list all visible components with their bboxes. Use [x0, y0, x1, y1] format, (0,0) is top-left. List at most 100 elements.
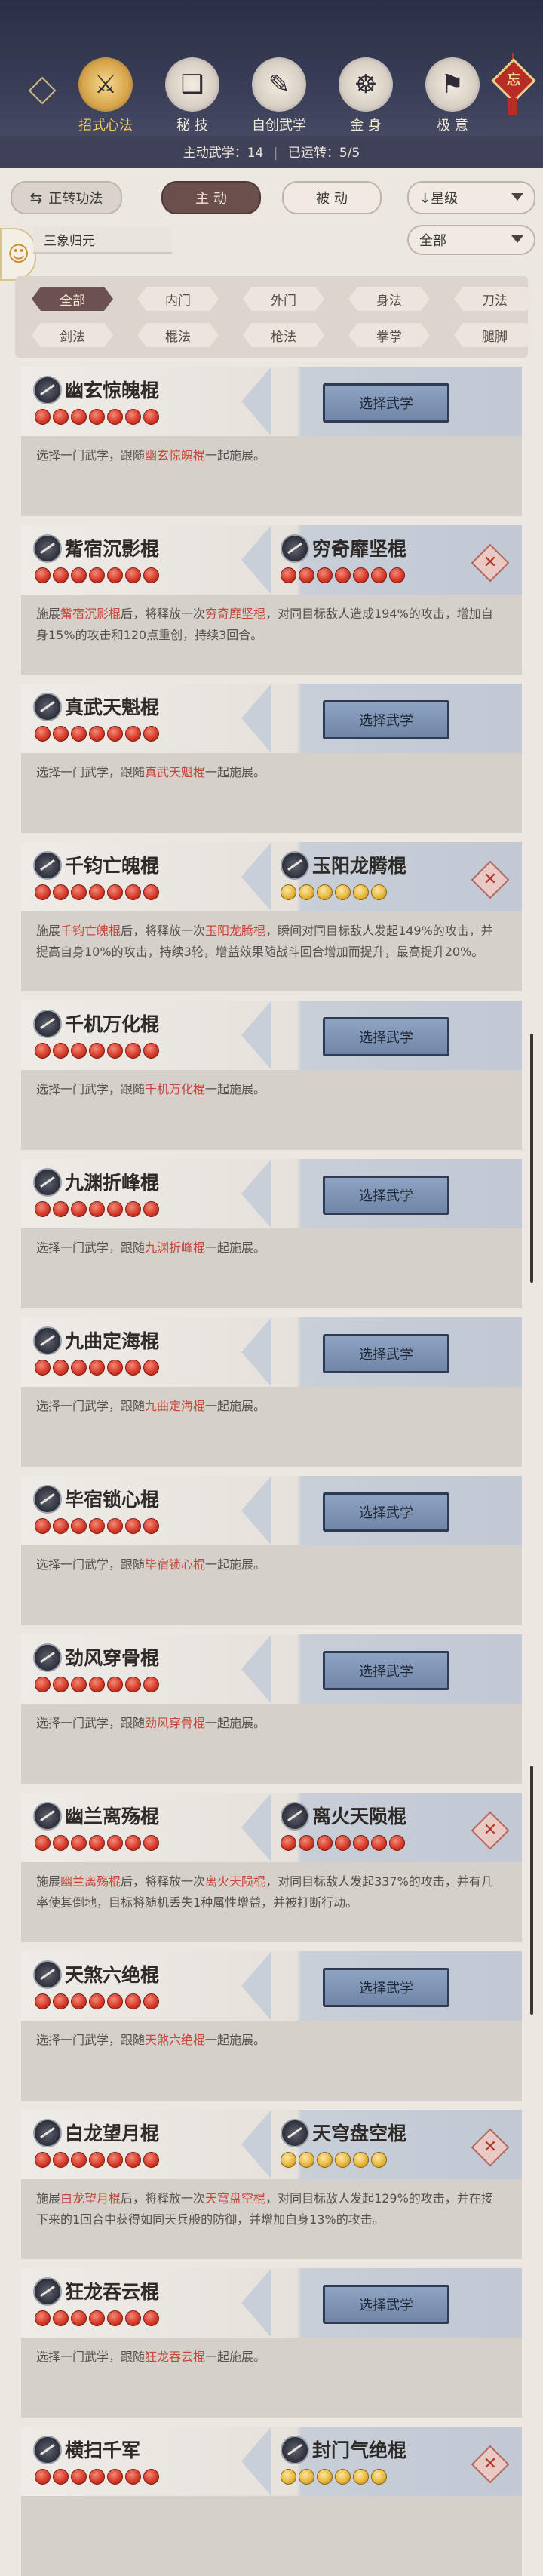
skill-card[interactable]: 千钧亡魄棍 玉阳龙腾棍 ✕ 施展千钧亡魄棍后，将释放一次玉阳龙腾棍，瞬间对同目标敌人发…	[21, 842, 522, 991]
skill-description: 选择一门武学，跟随劲风穿骨棍一起施展。	[36, 1713, 504, 1734]
select-martial-button[interactable]: 选择武学	[323, 1176, 449, 1215]
star-icon	[125, 1677, 141, 1692]
skill-card[interactable]: 九曲定海棍 选择武学 选择一门武学，跟随九曲定海棍一起施展。	[21, 1317, 522, 1467]
star-icon	[71, 567, 87, 583]
skill-card[interactable]: 毕宿锁心棍 选择武学 选择一门武学，跟随毕宿锁心棍一起施展。	[21, 1476, 522, 1625]
description-text: 选择一门武学，跟随	[36, 1399, 146, 1413]
scrollbar[interactable]	[530, 1034, 533, 1283]
star-icon	[107, 409, 123, 425]
star-icon	[107, 2152, 123, 2168]
skill-card-header: 幽玄惊魄棍 选择武学	[21, 367, 522, 436]
skill-card[interactable]: 幽玄惊魄棍 选择武学选择一门武学，跟随幽玄惊魄棍一起施展。	[21, 367, 522, 516]
scrollbar-2[interactable]	[530, 1766, 533, 2015]
staff-skill-icon	[281, 851, 309, 880]
meditation-icon: ☸	[339, 57, 393, 112]
seal-text: 忘	[507, 72, 520, 88]
tab-label: 招式心法	[78, 118, 133, 134]
skill-name: 毕宿锁心棍	[65, 1489, 160, 1511]
skill-card-header: 真武天魁棍 选择武学	[21, 684, 522, 753]
skill-card-header: 九曲定海棍 选择武学	[21, 1317, 522, 1387]
skill-card-header: 白龙望月棍 天穹盘空棍 ✕	[21, 2110, 522, 2179]
category-chip[interactable]: 拳掌	[348, 323, 430, 347]
select-martial-button[interactable]: 选择武学	[323, 2285, 449, 2324]
star-rating	[35, 884, 159, 900]
tab-4[interactable]: ⚑ 极 意	[415, 57, 490, 140]
star-icon	[125, 884, 141, 900]
tab-3[interactable]: ☸ 金 身	[328, 57, 403, 140]
category-chip[interactable]: 剑法	[32, 323, 113, 347]
skill-name: 天煞六绝棍	[65, 1964, 160, 1986]
tab-1[interactable]: ❑ 秘 技	[155, 57, 230, 140]
category-chip[interactable]: 腿脚	[454, 323, 535, 347]
tab-passive-skills[interactable]: 被 动	[282, 181, 382, 214]
category-chip[interactable]: 枪法	[243, 323, 324, 347]
category-chip[interactable]: 身法	[348, 287, 430, 311]
skill-card[interactable]: 真武天魁棍 选择武学 选择一门武学，跟随真武天魁棍一起施展。	[21, 684, 522, 833]
skill-card[interactable]: 狂龙吞云棍 选择武学 选择一门武学，跟随狂龙吞云棍一起施展。	[21, 2268, 522, 2418]
select-martial-button[interactable]: 选择武学	[323, 1651, 449, 1690]
select-martial-button[interactable]: 选择武学	[323, 1968, 449, 2007]
description-text: 施展	[36, 924, 61, 938]
school-filter-dropdown[interactable]: 全部	[407, 225, 535, 255]
category-chip[interactable]: 全部	[32, 287, 113, 311]
star-icon	[143, 1201, 159, 1217]
star-rating	[35, 1677, 159, 1692]
skill-card[interactable]: 千机万化棍 选择武学 选择一门武学，跟随千机万化棍一起施展。	[21, 1001, 522, 1150]
star-icon	[53, 1518, 69, 1534]
skill-link: 幽兰离殇棍	[60, 1874, 121, 1889]
category-chip[interactable]: 刀法	[454, 287, 535, 311]
star-icon	[35, 1835, 51, 1851]
description-text: 选择一门武学，跟随	[36, 2350, 146, 2364]
skill-name: 九渊折峰棍	[65, 1172, 160, 1194]
skill-link: 千机万化棍	[145, 1082, 206, 1096]
star-icon	[89, 1360, 105, 1376]
tab-2[interactable]: ✎ 自创武学	[241, 57, 317, 140]
select-martial-button[interactable]: 选择武学	[323, 383, 449, 423]
category-chip[interactable]: 外门	[243, 287, 324, 311]
description-text: 选择一门武学，跟随	[36, 765, 146, 779]
star-rating	[35, 409, 159, 425]
transfer-skill-button[interactable]: ⇆ 正转功法	[11, 181, 122, 214]
seal-ornament-icon[interactable]: 忘	[491, 53, 536, 115]
skill-name: 九曲定海棍	[65, 1330, 160, 1352]
skill-card[interactable]: 劲风穿骨棍 选择武学选择一门武学，跟随劲风穿骨棍一起施展。	[21, 1634, 522, 1784]
star-icon	[371, 2152, 387, 2168]
skill-description: 选择一门武学，跟随幽玄惊魄棍一起施展。	[36, 445, 504, 466]
skill-name: 劲风穿骨棍	[65, 1647, 160, 1669]
sort-dropdown[interactable]: ↓星级	[407, 181, 535, 214]
star-icon	[89, 2310, 105, 2326]
skill-card[interactable]: 觜宿沉影棍 穷奇靡坚棍 ✕ 施展觜宿沉影棍后，将释放一次穷奇靡坚棍，对同目标敌人造成1…	[21, 525, 522, 675]
staff-skill-icon	[33, 851, 62, 880]
header-divider	[241, 367, 272, 436]
skill-link: 劲风穿骨棍	[145, 1716, 206, 1730]
skill-card[interactable]: 九渊折峰棍 选择武学 选择一门武学，跟随九渊折峰棍一起施展。	[21, 1159, 522, 1308]
star-icon	[107, 1677, 123, 1692]
star-icon	[335, 2152, 351, 2168]
skill-card[interactable]: 白龙望月棍 天穹盘空棍 ✕ 施展白龙望月棍后，将释放一次天穹盘空棍，对同目标敌人发起1…	[21, 2110, 522, 2259]
star-icon	[89, 1201, 105, 1217]
category-chip[interactable]: 棍法	[137, 323, 219, 347]
select-martial-button[interactable]: 选择武学	[323, 1492, 449, 1532]
star-icon	[71, 1835, 87, 1851]
diamond-menu-icon[interactable]	[27, 75, 57, 106]
star-icon	[143, 2152, 159, 2168]
tab-active-skills[interactable]: 主 动	[161, 181, 261, 214]
star-icon	[143, 1835, 159, 1851]
skill-card[interactable]: 幽兰离殇棍 离火天陨棍 ✕ 施展幽兰离殇棍后，将释放一次离火天陨棍，对同目标敌人发起3…	[21, 1793, 522, 1942]
tab-0[interactable]: ⚔ 招式心法	[68, 57, 143, 140]
select-martial-button[interactable]: 选择武学	[323, 1017, 449, 1056]
category-chip[interactable]: 内门	[137, 287, 219, 311]
star-icon	[317, 1835, 333, 1851]
tab-label: 秘 技	[176, 118, 208, 134]
star-icon	[371, 567, 387, 583]
select-martial-button[interactable]: 选择武学	[323, 1334, 449, 1373]
header-divider	[241, 525, 272, 595]
skill-card[interactable]: 天煞六绝棍 选择武学 选择一门武学，跟随天煞六绝棍一起施展。	[21, 1951, 522, 2101]
preset-field[interactable]: 三象归元	[33, 226, 172, 254]
skill-card[interactable]: 横扫千军 封门气绝棍 ✕	[21, 2427, 522, 2576]
star-icon	[71, 2469, 87, 2485]
main-tabs: ⚔ 招式心法 ❑ 秘 技 ✎ 自创武学 ☸ 金 身 ⚑ 极 意	[68, 57, 490, 140]
preset-label: 三象归元	[44, 233, 95, 249]
chevron-down-icon	[511, 193, 523, 201]
select-martial-button[interactable]: 选择武学	[323, 700, 449, 739]
